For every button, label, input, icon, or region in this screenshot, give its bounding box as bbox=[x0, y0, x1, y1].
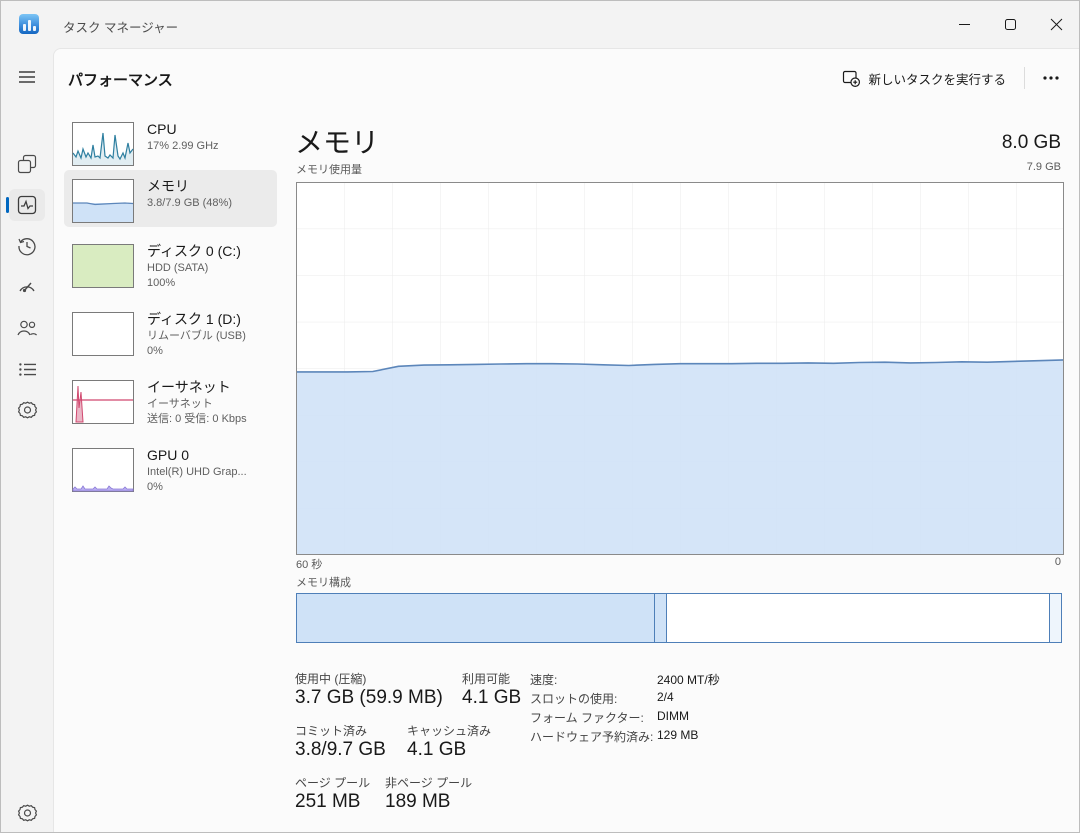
stat-label: ページ プール bbox=[295, 774, 370, 791]
perf-item-sub: リムーバブル (USB) bbox=[147, 329, 246, 344]
detail-value: 2400 MT/秒 bbox=[657, 671, 720, 688]
detail-label: スロットの使用: bbox=[530, 690, 617, 707]
stat-value: 4.1 GB bbox=[462, 687, 521, 709]
memory-composition-segment-in-use bbox=[297, 594, 655, 642]
stat-label: 非ページ プール bbox=[385, 774, 472, 791]
memory-thumbnail bbox=[72, 179, 134, 223]
perf-item-title: メモリ bbox=[147, 177, 232, 196]
memory-title: メモリ bbox=[295, 121, 379, 161]
ethernet-thumbnail bbox=[72, 380, 134, 424]
app-history-icon[interactable] bbox=[17, 236, 37, 256]
perf-item-sub: HDD (SATA) bbox=[147, 261, 241, 276]
content-panel: パフォーマンス 新しいタスクを実行する CPU 17% 2.99 GHz bbox=[53, 48, 1079, 832]
header-divider bbox=[1024, 67, 1025, 89]
x-axis-right-label: 0 bbox=[1055, 556, 1061, 568]
stat-label: 利用可能 bbox=[462, 670, 510, 687]
task-manager-window: { "window": { "title": "タスク マネージャー" }, "… bbox=[0, 0, 1080, 833]
new-task-icon bbox=[843, 70, 860, 87]
details-icon[interactable] bbox=[17, 359, 37, 379]
stat-value: 251 MB bbox=[295, 791, 360, 813]
perf-item-sub: 17% 2.99 GHz bbox=[147, 139, 219, 154]
perf-item-disk1[interactable]: ディスク 1 (D:) リムーバブル (USB) 0% bbox=[64, 303, 277, 371]
stat-label: 使用中 (圧縮) bbox=[295, 670, 366, 687]
stat-value: 3.8/9.7 GB bbox=[295, 739, 386, 761]
stat-label: キャッシュ済み bbox=[407, 722, 491, 739]
memory-usage-chart bbox=[296, 182, 1064, 555]
detail-value: 129 MB bbox=[657, 728, 698, 742]
memory-usage-fill bbox=[296, 360, 1064, 555]
stat-value: 189 MB bbox=[385, 791, 450, 813]
x-axis-left-label: 60 秒 bbox=[296, 556, 322, 572]
titlebar: タスク マネージャー bbox=[1, 1, 1079, 48]
stat-value: 4.1 GB bbox=[407, 739, 466, 761]
window-title: タスク マネージャー bbox=[63, 17, 178, 36]
stat-value: 3.7 GB (59.9 MB) bbox=[295, 687, 443, 709]
detail-label: フォーム ファクター: bbox=[530, 709, 644, 726]
stat-label: コミット済み bbox=[295, 722, 367, 739]
perf-item-sub2: 0% bbox=[147, 344, 246, 359]
perf-item-title: イーサネット bbox=[147, 378, 247, 397]
menu-icon[interactable] bbox=[17, 67, 37, 87]
cpu-thumbnail bbox=[72, 122, 134, 166]
memory-total: 8.0 GB bbox=[1002, 132, 1061, 154]
memory-composition-label: メモリ構成 bbox=[296, 574, 351, 590]
perf-item-title: ディスク 0 (C:) bbox=[147, 242, 241, 261]
memory-usage-max: 7.9 GB bbox=[1027, 161, 1061, 173]
users-icon[interactable] bbox=[17, 318, 37, 338]
maximize-button[interactable] bbox=[987, 1, 1033, 48]
perf-item-sub2: 送信: 0 受信: 0 Kbps bbox=[147, 412, 247, 427]
page-title: パフォーマンス bbox=[68, 69, 173, 90]
panel-header: パフォーマンス 新しいタスクを実行する bbox=[54, 49, 1079, 106]
startup-apps-icon[interactable] bbox=[17, 277, 37, 297]
services-icon[interactable] bbox=[17, 400, 37, 420]
perf-item-sub2: 0% bbox=[147, 480, 247, 495]
perf-item-sub: イーサネット bbox=[147, 397, 247, 412]
more-options-button[interactable] bbox=[1033, 70, 1069, 86]
nav-accent-pill bbox=[6, 197, 9, 213]
nav-rail bbox=[1, 48, 53, 832]
perf-item-title: ディスク 1 (D:) bbox=[147, 310, 246, 329]
perf-item-gpu0[interactable]: GPU 0 Intel(R) UHD Grap... 0% bbox=[64, 439, 277, 507]
detail-value: 2/4 bbox=[657, 690, 674, 704]
close-button[interactable] bbox=[1033, 1, 1079, 48]
run-new-task-button[interactable]: 新しいタスクを実行する bbox=[833, 63, 1016, 94]
memory-usage-area bbox=[296, 182, 1064, 555]
perf-item-title: CPU bbox=[147, 120, 219, 139]
task-manager-app-icon bbox=[19, 14, 39, 34]
processes-icon[interactable] bbox=[17, 154, 37, 174]
detail-label: 速度: bbox=[530, 671, 557, 688]
perf-item-sub: 3.8/7.9 GB (48%) bbox=[147, 196, 232, 211]
perf-item-title: GPU 0 bbox=[147, 446, 247, 465]
disk1-thumbnail bbox=[72, 312, 134, 356]
perf-item-disk0[interactable]: ディスク 0 (C:) HDD (SATA) 100% bbox=[64, 235, 277, 303]
memory-composition-bar bbox=[296, 593, 1062, 643]
memory-composition-segment-standby bbox=[667, 594, 1051, 642]
perf-item-cpu[interactable]: CPU 17% 2.99 GHz bbox=[64, 113, 277, 170]
minimize-button[interactable] bbox=[941, 1, 987, 48]
disk0-thumbnail bbox=[72, 244, 134, 288]
run-new-task-label: 新しいタスクを実行する bbox=[868, 69, 1006, 88]
performance-icon[interactable] bbox=[17, 195, 37, 215]
perf-item-sub: Intel(R) UHD Grap... bbox=[147, 465, 247, 480]
perf-item-ethernet[interactable]: イーサネット イーサネット 送信: 0 受信: 0 Kbps bbox=[64, 371, 277, 439]
perf-item-sub2: 100% bbox=[147, 276, 241, 291]
gpu0-thumbnail bbox=[72, 448, 134, 492]
memory-usage-label: メモリ使用量 bbox=[296, 161, 362, 177]
detail-value: DIMM bbox=[657, 709, 689, 723]
memory-composition-segment-free bbox=[1050, 594, 1061, 642]
memory-composition-segment-modified bbox=[655, 594, 667, 642]
ellipsis-icon bbox=[1043, 76, 1059, 80]
perf-item-memory[interactable]: メモリ 3.8/7.9 GB (48%) bbox=[64, 170, 277, 227]
detail-label: ハードウェア予約済み: bbox=[530, 728, 653, 745]
settings-icon[interactable] bbox=[17, 803, 37, 823]
